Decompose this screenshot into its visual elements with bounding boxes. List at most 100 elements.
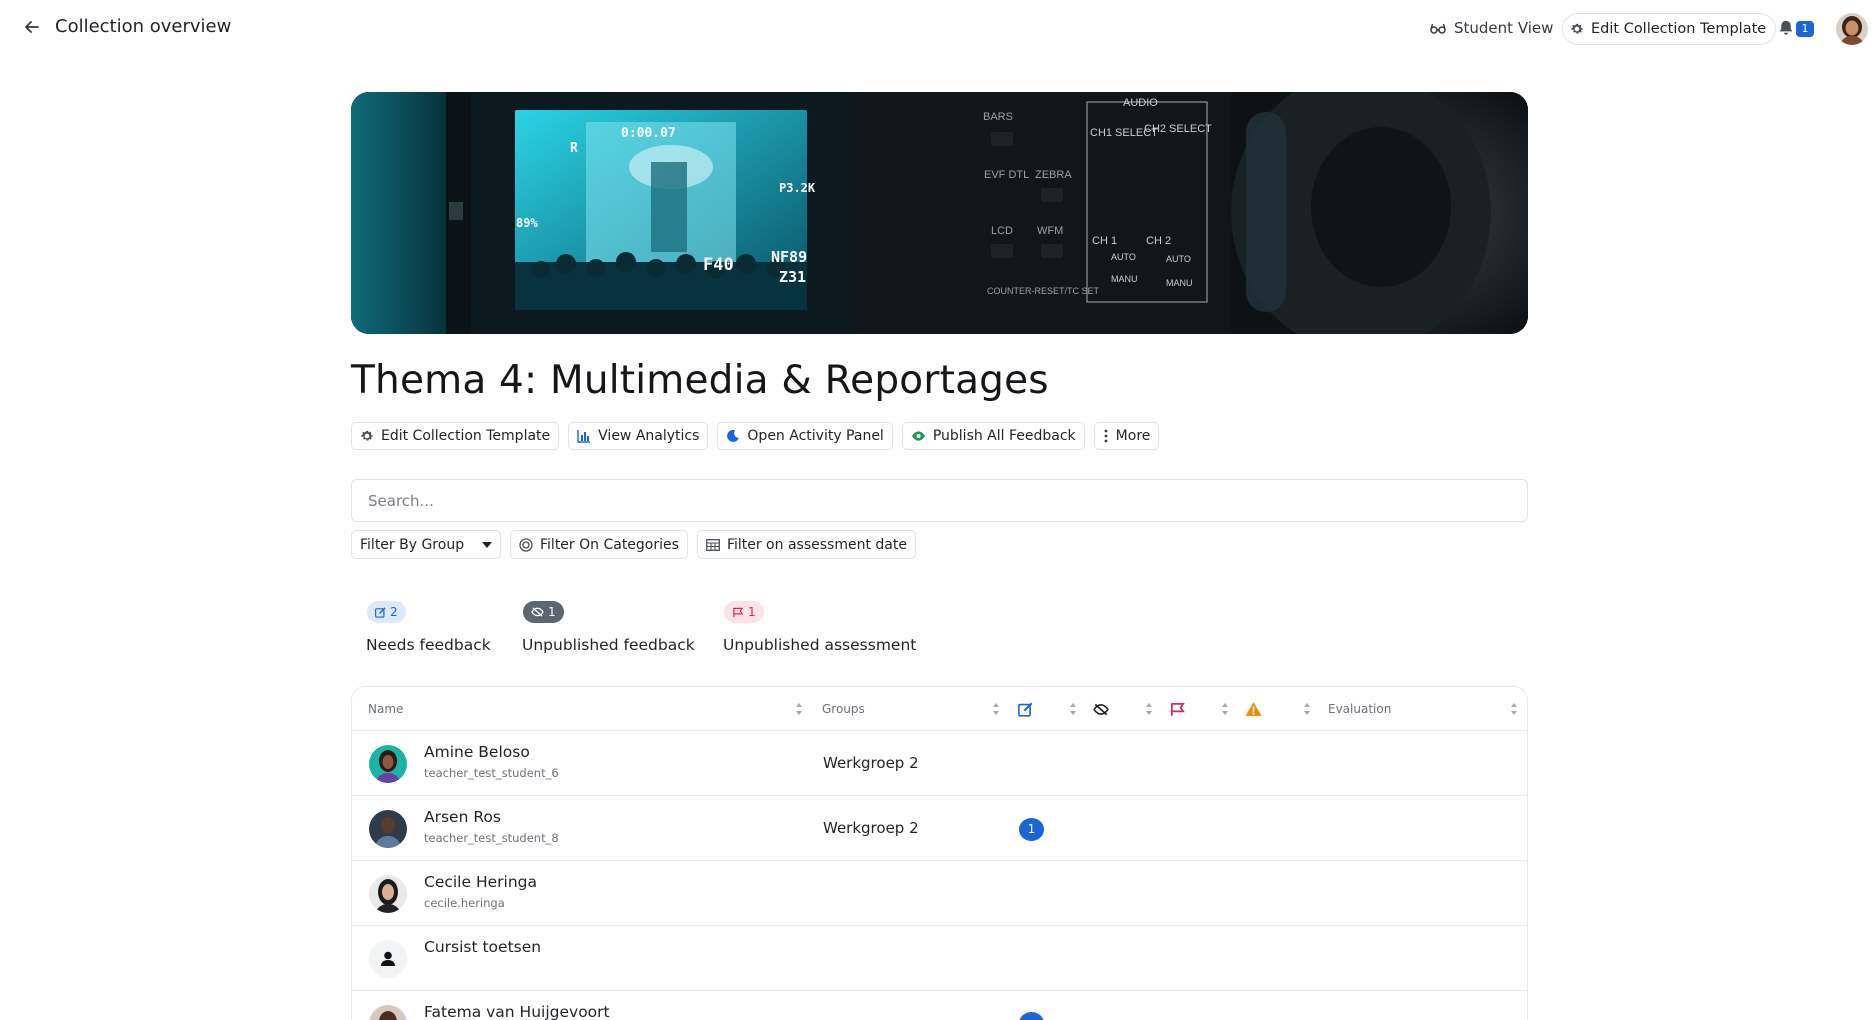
svg-text:AUTO: AUTO	[1166, 254, 1191, 264]
student-avatar-placeholder	[369, 940, 407, 978]
stat-unpublished-feedback[interactable]: 1 Unpublished feedback	[522, 601, 695, 654]
stat-unpublished-assessment[interactable]: 1 Unpublished assessment	[723, 601, 916, 654]
needs-feedback-column-icon[interactable]	[1018, 702, 1033, 717]
student-avatar	[369, 875, 407, 913]
more-button[interactable]: More	[1093, 422, 1160, 450]
column-groups-label: Groups	[822, 702, 865, 716]
moon-icon	[727, 429, 740, 442]
filter-categories-label: Filter On Categories	[540, 536, 679, 553]
svg-text:89%: 89%	[516, 216, 538, 230]
student-group: Werkgroep 2	[823, 819, 919, 837]
glasses-icon	[1430, 23, 1446, 34]
svg-text:CH 1: CH 1	[1092, 235, 1117, 247]
filter-bar: Filter By Group Filter On Categories Fil…	[351, 530, 916, 559]
svg-text:F40: F40	[703, 255, 734, 275]
svg-text:AUDIO: AUDIO	[1123, 97, 1158, 109]
top-edit-template-button[interactable]: Edit Collection Template	[1562, 13, 1777, 45]
user-icon	[369, 940, 407, 978]
student-name[interactable]: Cecile Heringa	[424, 873, 537, 891]
open-activity-panel-button[interactable]: Open Activity Panel	[717, 422, 893, 450]
svg-text:WFM: WFM	[1037, 225, 1063, 237]
sort-evaluation-icon[interactable]	[1510, 702, 1518, 716]
svg-text:0:00.07: 0:00.07	[621, 126, 676, 141]
edit-template-button[interactable]: Edit Collection Template	[351, 422, 560, 450]
svg-text:CH 2: CH 2	[1146, 235, 1171, 247]
svg-text:Z31: Z31	[779, 268, 806, 286]
top-bar: Collection overview Student View Edit Co…	[0, 0, 1871, 56]
stat-needs-feedback[interactable]: 2 Needs feedback	[366, 601, 491, 654]
unpublished-feedback-label: Unpublished feedback	[522, 636, 695, 654]
svg-text:COUNTER-RESET/TC SET: COUNTER-RESET/TC SET	[987, 286, 1100, 296]
flag-icon	[733, 607, 744, 617]
column-groups[interactable]: Groups	[822, 687, 865, 731]
sort-unpublished-assessment-icon[interactable]	[1221, 702, 1229, 716]
sort-needs-feedback-icon[interactable]	[1069, 702, 1077, 716]
search-input[interactable]	[351, 479, 1528, 522]
svg-text:MANU: MANU	[1111, 274, 1138, 284]
bell-icon[interactable]	[1777, 19, 1795, 37]
svg-text:ZEBRA: ZEBRA	[1035, 169, 1072, 181]
sort-warning-icon[interactable]	[1303, 702, 1311, 716]
svg-text:EVF DTL: EVF DTL	[984, 169, 1029, 181]
table-header: Name Groups Evaluation	[352, 687, 1527, 731]
column-evaluation[interactable]: Evaluation	[1328, 687, 1391, 731]
table-row[interactable]: Amine Beloso teacher_test_student_6 Werk…	[352, 731, 1527, 796]
more-label: More	[1115, 428, 1151, 444]
view-analytics-button[interactable]: View Analytics	[568, 422, 709, 450]
page-title: Collection overview	[55, 16, 232, 37]
column-name-label: Name	[368, 702, 404, 716]
unpublished-feedback-count: 1	[548, 605, 556, 619]
needs-feedback-count-badge[interactable]: 1	[1019, 818, 1044, 841]
student-username: teacher_test_student_8	[424, 831, 559, 845]
edit-template-label: Edit Collection Template	[381, 428, 551, 444]
svg-text:R: R	[570, 141, 578, 156]
svg-text:AUTO: AUTO	[1111, 252, 1136, 262]
sort-unpublished-feedback-icon[interactable]	[1145, 702, 1153, 716]
warning-column-icon[interactable]	[1245, 701, 1262, 717]
filter-categories-button[interactable]: Filter On Categories	[510, 530, 688, 559]
target-icon	[519, 537, 533, 552]
caret-down-icon	[482, 541, 492, 548]
needs-feedback-label: Needs feedback	[366, 636, 491, 654]
student-view-button[interactable]: Student View	[1430, 19, 1553, 37]
student-name[interactable]: Fatema van Huijgevoort	[424, 1003, 610, 1020]
table-row[interactable]: Arsen Ros teacher_test_student_8 Werkgro…	[352, 796, 1527, 861]
unpublished-column-eye-slash-icon[interactable]	[1093, 703, 1109, 716]
needs-feedback-count-badge[interactable]	[1019, 1012, 1044, 1020]
unpublished-assessment-pill: 1	[724, 601, 764, 623]
view-analytics-label: View Analytics	[598, 428, 700, 444]
table-row[interactable]: Cecile Heringa cecile.heringa	[352, 861, 1527, 926]
top-edit-template-label: Edit Collection Template	[1591, 21, 1767, 37]
publish-all-feedback-label: Publish All Feedback	[932, 428, 1076, 444]
needs-feedback-count: 2	[390, 605, 398, 619]
student-avatar	[369, 745, 407, 783]
student-name[interactable]: Arsen Ros	[424, 808, 501, 826]
svg-text:LCD: LCD	[991, 225, 1013, 237]
student-name[interactable]: Cursist toetsen	[424, 938, 541, 956]
table-row[interactable]: Cursist toetsen	[352, 926, 1527, 991]
table-row[interactable]: Fatema van Huijgevoort	[352, 991, 1527, 1020]
column-name[interactable]: Name	[368, 687, 403, 731]
student-name[interactable]: Amine Beloso	[424, 743, 530, 761]
student-group: Werkgroep 2	[823, 754, 919, 772]
gear-icon	[1571, 23, 1583, 34]
edit-icon	[375, 606, 386, 618]
students-table: Name Groups Evaluation Amine Beloso teac…	[351, 686, 1528, 1020]
sort-groups-icon[interactable]	[992, 702, 1000, 716]
student-view-label: Student View	[1454, 19, 1554, 37]
filter-by-group-dropdown[interactable]: Filter By Group	[351, 530, 501, 559]
collection-title: Thema 4: Multimedia & Reportages	[351, 358, 1049, 403]
unpublished-assessment-count: 1	[748, 605, 756, 619]
column-evaluation-label: Evaluation	[1328, 702, 1392, 716]
back-arrow-icon[interactable]	[22, 17, 42, 37]
collection-actions: Edit Collection Template View Analytics …	[351, 422, 1160, 450]
unpublished-feedback-pill: 1	[523, 601, 564, 623]
svg-text:P3.2K: P3.2K	[779, 181, 816, 195]
needs-feedback-pill: 2	[367, 601, 406, 623]
calendar-table-icon	[705, 538, 720, 551]
filter-assessment-date-button[interactable]: Filter on assessment date	[696, 530, 916, 559]
unpublished-assessment-column-flag-icon[interactable]	[1170, 702, 1185, 717]
sort-name-icon[interactable]	[795, 702, 803, 716]
publish-all-feedback-button[interactable]: Publish All Feedback	[901, 422, 1085, 450]
user-avatar[interactable]	[1836, 13, 1868, 45]
